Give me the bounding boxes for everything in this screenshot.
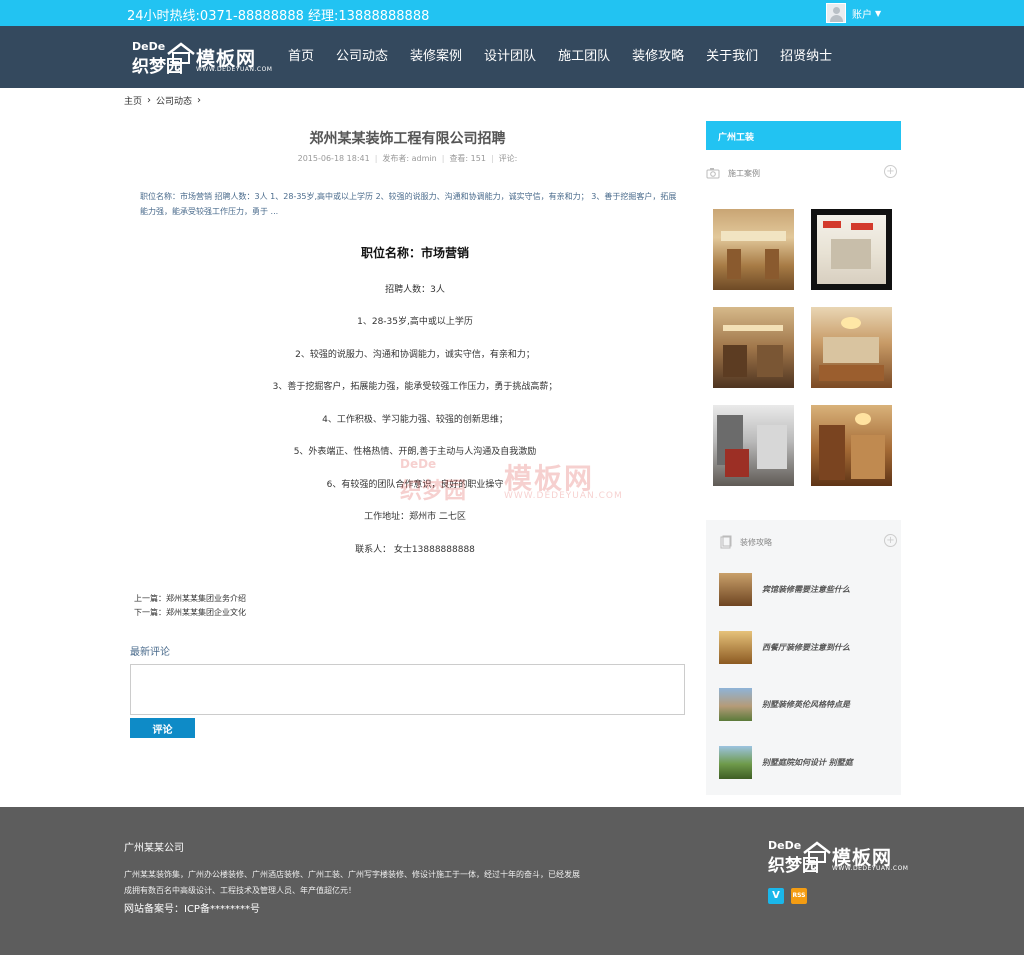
house-icon — [803, 841, 831, 863]
nav-item-build-team[interactable]: 施工团队 — [547, 26, 621, 88]
comment-input[interactable] — [130, 664, 685, 715]
guide-title[interactable]: 西餐厅装修要注意到什么 — [762, 642, 850, 653]
cases-title: 施工案例 — [728, 168, 760, 178]
article-line: 2、较强的说服力、沟通和协调能力，诚实守信，有亲和力； — [295, 350, 535, 360]
chevron-right-icon: › — [197, 95, 202, 106]
case-thumbnail[interactable] — [713, 307, 794, 388]
guide-thumbnail[interactable] — [719, 630, 752, 664]
camera-icon — [706, 168, 720, 179]
nav-item-home[interactable]: 首页 — [277, 26, 325, 88]
article-comments: 评论: — [498, 154, 518, 163]
guide-title[interactable]: 宾馆装修需要注意些什么 — [762, 584, 850, 595]
guide-title[interactable]: 别墅庭院如何设计 别墅庭 — [762, 757, 853, 768]
main-nav: 首页 公司动态 装修案例 设计团队 施工团队 装修攻略 关于我们 招贤纳士 — [277, 26, 843, 88]
hotline-text: 24小时热线:0371-88888888 经理:13888888888 — [127, 9, 430, 24]
guide-item[interactable]: 别墅庭院如何设计 别墅庭 — [719, 745, 894, 779]
case-thumbnail[interactable] — [713, 209, 794, 290]
nav-item-news[interactable]: 公司动态 — [325, 26, 399, 88]
footer-logo[interactable]: DeDe 织梦园 模板网 WWW.DEDEYUAN.COM — [768, 839, 908, 876]
avatar[interactable] — [826, 3, 846, 23]
site-footer: 广州某某公司 广州某某装饰集，广州办公楼装修、广州酒店装修、广州工装、广州写字楼… — [0, 807, 1024, 955]
nav-item-about[interactable]: 关于我们 — [695, 26, 769, 88]
next-article-link[interactable]: 下一篇：郑州某某集团企业文化 — [134, 607, 246, 618]
footer-description: 广州某某装饰集，广州办公楼装修、广州酒店装修、广州工装、广州写字楼装修、修设计施… — [124, 870, 580, 895]
article-line: 3、善于挖掘客户，拓展能力强，能承受较强工作压力，勇于挑战高薪； — [272, 382, 558, 392]
plus-icon[interactable]: + — [884, 165, 897, 178]
chevron-down-icon[interactable]: ▼ — [875, 9, 881, 18]
site-header: DeDe 织梦园 模板网 WWW.DEDEYUAN.COM 首页 公司动态 装修… — [0, 26, 1024, 88]
account-label[interactable]: 账户 — [852, 6, 872, 21]
cases-header: 施工案例 + — [706, 163, 901, 183]
article-line: 1、28-35岁,高中或以上学历 — [357, 317, 473, 327]
article-summary: 职位名称：市场营销 招聘人数：3人 1、28-35岁,高中或以上学历 2、较强的… — [140, 192, 677, 216]
breadcrumb: 主页 › 公司动态 › — [124, 94, 206, 107]
prev-article-link[interactable]: 上一篇：郑州某某集团业务介绍 — [134, 593, 246, 604]
breadcrumb-home[interactable]: 主页 — [124, 94, 142, 107]
article-author: 发布者: admin — [382, 154, 437, 163]
social-links: V RSS — [768, 888, 814, 904]
account-menu[interactable]: 账户 ▼ — [826, 3, 881, 23]
guide-item[interactable]: 西餐厅装修要注意到什么 — [719, 630, 894, 664]
article-title: 郑州某某装饰工程有限公司招聘 — [309, 131, 506, 147]
guide-title[interactable]: 别墅装修英伦风格特点是 — [762, 699, 850, 710]
nav-item-cases[interactable]: 装修案例 — [399, 26, 473, 88]
case-thumbnail[interactable] — [713, 405, 794, 486]
article-line: 6、有较强的团队合作意识，良好的职业操守 — [326, 480, 504, 490]
logo-domain: WWW.DEDEYUAN.COM — [196, 66, 273, 73]
rss-icon[interactable]: RSS — [791, 888, 807, 904]
guide-item[interactable]: 宾馆装修需要注意些什么 — [719, 572, 894, 606]
case-thumbnail[interactable] — [811, 209, 892, 290]
nav-item-design-team[interactable]: 设计团队 — [473, 26, 547, 88]
footer-company: 广州某某公司 — [124, 843, 184, 854]
guides-title: 装修攻略 — [740, 537, 772, 547]
article-line: 招聘人数：3人 — [385, 285, 445, 295]
case-thumbnail[interactable] — [811, 405, 892, 486]
case-thumbnail[interactable] — [811, 307, 892, 388]
watermark-dede: DeDe — [400, 457, 437, 471]
article-views: 查看: 151 — [449, 154, 486, 163]
article-meta: 2015-06-18 18:41 | 发布者: admin | 查看: 151 | 评论: — [297, 154, 518, 163]
chevron-right-icon: › — [147, 95, 152, 106]
nav-item-jobs[interactable]: 招贤纳士 — [769, 26, 843, 88]
watermark-domain: WWW.DEDEYUAN.COM — [504, 491, 623, 501]
vimeo-icon[interactable]: V — [768, 888, 784, 904]
article-line: 4、工作积极、学习能力强、较强的创新思维； — [322, 415, 508, 425]
plus-icon[interactable]: + — [884, 534, 897, 547]
article-line: 联系人： 女士13888888888 — [355, 545, 475, 555]
footer-icp: 网站备案号：ICP备********号 — [124, 904, 260, 915]
guide-thumbnail[interactable] — [719, 687, 752, 721]
article-date: 2015-06-18 18:41 — [297, 154, 370, 163]
logo-domain: WWW.DEDEYUAN.COM — [832, 865, 909, 872]
top-bar: 24小时热线:0371-88888888 经理:13888888888 账户 ▼ — [0, 0, 1024, 26]
document-icon — [720, 535, 732, 549]
article-body-heading: 职位名称：市场营销 — [360, 246, 469, 260]
article-line: 5、外表端正、性格热情、开朗,善于主动与人沟通及自我激励 — [293, 447, 537, 457]
sidebar-banner[interactable]: 广州工装 — [706, 121, 901, 150]
nav-item-guides[interactable]: 装修攻略 — [621, 26, 695, 88]
comments-title: 最新评论 — [130, 647, 170, 658]
guide-thumbnail[interactable] — [719, 745, 752, 779]
guide-item[interactable]: 别墅装修英伦风格特点是 — [719, 687, 894, 721]
breadcrumb-news[interactable]: 公司动态 — [156, 94, 192, 107]
house-icon — [167, 42, 195, 64]
comment-submit-button[interactable]: 评论 — [130, 718, 195, 738]
guide-thumbnail[interactable] — [719, 572, 752, 606]
article-line: 工作地址：郑州市 二七区 — [364, 512, 466, 522]
site-logo[interactable]: DeDe 织梦园 模板网 WWW.DEDEYUAN.COM — [132, 40, 272, 77]
guides-header: 装修攻略 + — [706, 532, 901, 552]
